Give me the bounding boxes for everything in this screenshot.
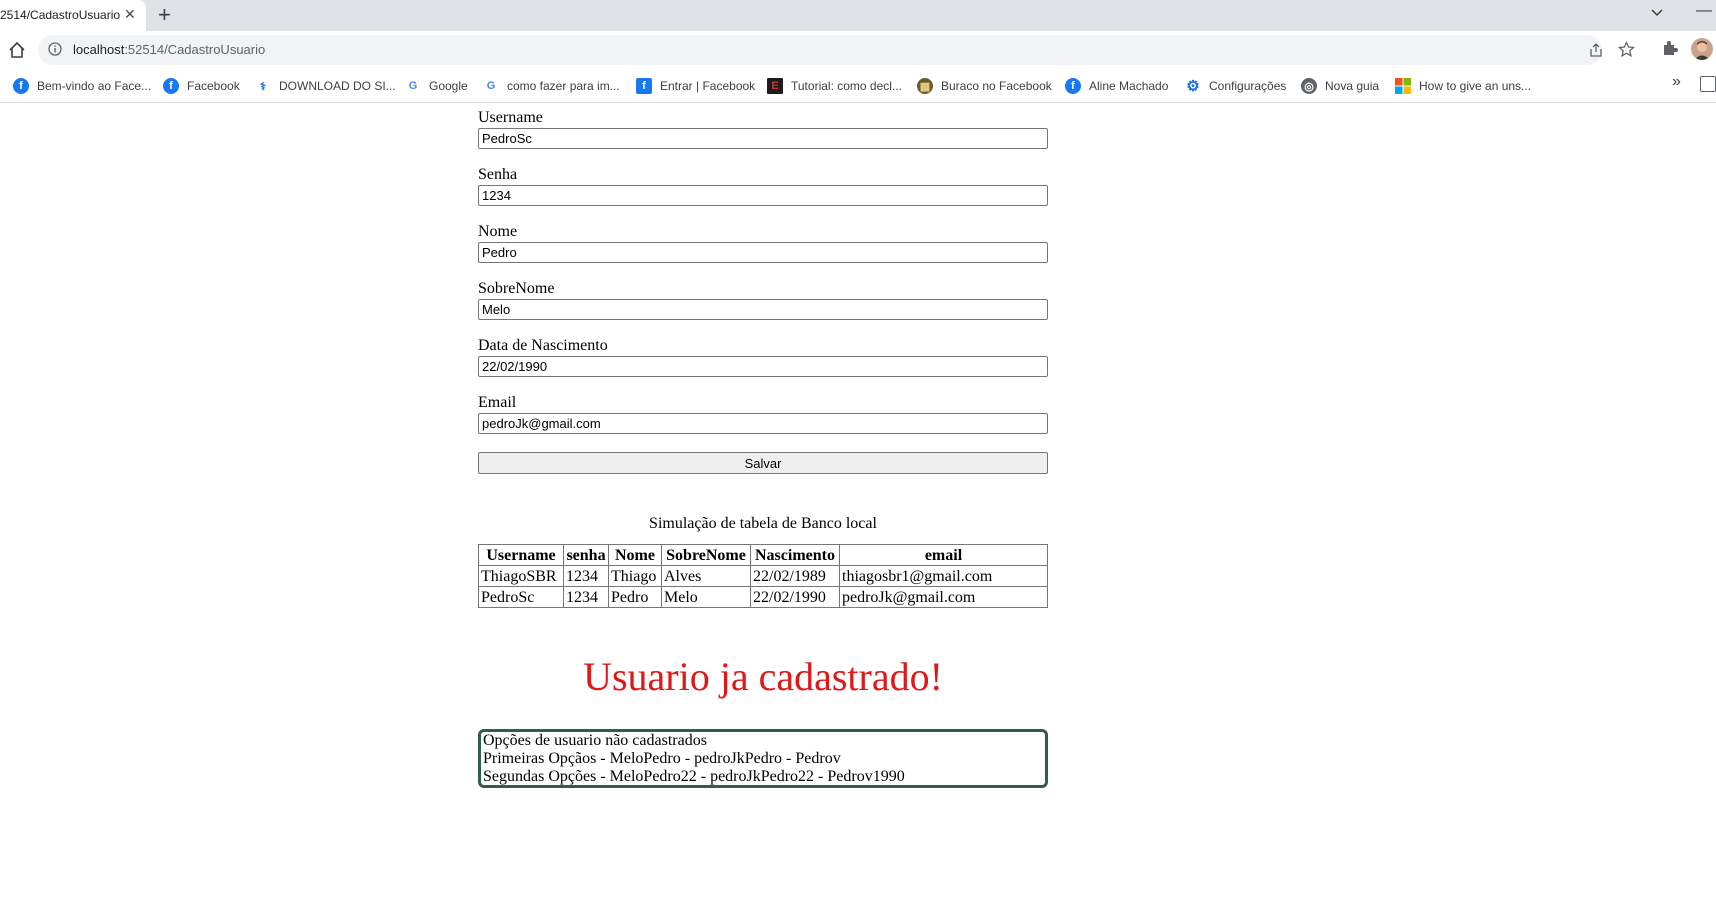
surname-input[interactable] xyxy=(478,299,1048,320)
column-header: email xyxy=(839,544,1048,566)
table-cell: Alves xyxy=(661,565,751,587)
tab-title: 2514/CadastroUsuario xyxy=(0,8,121,22)
profile-avatar[interactable] xyxy=(1691,38,1713,60)
e-icon: E xyxy=(767,78,783,94)
table-cell: Pedro xyxy=(608,586,662,608)
username-options-box: Opções de usuario não cadastrados Primei… xyxy=(478,729,1048,788)
column-header: SobreNome xyxy=(661,544,751,566)
password-input[interactable] xyxy=(478,185,1048,206)
birthdate-input[interactable] xyxy=(478,356,1048,377)
google-icon: G xyxy=(408,80,418,92)
close-tab-icon[interactable]: ✕ xyxy=(124,6,136,23)
first-options: Primeiras Opçãos - MeloPedro - pedroJkPe… xyxy=(483,750,841,767)
facebook-square-icon: f xyxy=(636,78,652,94)
users-table: Username senha Nome SobreNome Nascimento… xyxy=(478,544,1048,608)
username-label: Username xyxy=(478,109,543,126)
bookmark-item[interactable]: ⚙ Configurações xyxy=(1185,75,1286,97)
bookmark-item[interactable]: ⚕ DOWNLOAD DO SI... xyxy=(255,75,396,97)
active-tab[interactable]: 2514/CadastroUsuario ✕ xyxy=(0,0,146,31)
share-icon[interactable] xyxy=(1588,42,1604,63)
email-label: Email xyxy=(478,394,517,411)
facebook-icon: f xyxy=(163,78,179,94)
table-caption: Simulação de tabela de Banco local xyxy=(649,515,877,532)
globe-icon: ◎ xyxy=(1301,78,1317,94)
table-cell: thiagosbr1@gmail.com xyxy=(839,565,1048,587)
table-cell: ThiagoSBR xyxy=(478,565,564,587)
browser-toolbar: localhost:52514/CadastroUsuario xyxy=(0,31,1716,70)
surname-label: SobreNome xyxy=(478,280,555,297)
table-cell: 1234 xyxy=(563,586,609,608)
reading-list-icon[interactable] xyxy=(1700,76,1716,92)
bookmark-item[interactable]: ◎ Nova guia xyxy=(1301,75,1379,97)
bookmark-star-icon[interactable] xyxy=(1617,40,1636,63)
password-label: Senha xyxy=(478,166,518,183)
bookmark-item[interactable]: G Google xyxy=(405,75,468,97)
username-input[interactable] xyxy=(478,128,1048,149)
facebook-icon: f xyxy=(1065,78,1081,94)
cards-icon: ▦ xyxy=(917,78,933,94)
bookmark-item[interactable]: f Entrar | Facebook xyxy=(636,75,755,97)
bookmark-item[interactable]: Gcomo fazer para im... xyxy=(483,75,620,97)
column-header: Username xyxy=(478,544,564,566)
google-icon: G xyxy=(486,80,496,92)
error-message: Usuario ja cadastrado! xyxy=(583,654,943,699)
microsoft-icon xyxy=(1395,78,1411,94)
table-row: ThiagoSBR 1234 Thiago Alves 22/02/1989 t… xyxy=(478,565,1048,587)
new-tab-icon[interactable]: + xyxy=(158,3,171,27)
table-row: PedroSc 1234 Pedro Melo 22/02/1990 pedro… xyxy=(478,586,1048,608)
address-bar[interactable]: localhost:52514/CadastroUsuario xyxy=(38,35,1636,65)
bookmarks-bar: f Bem-vindo ao Face... f Facebook ⚕ DOWNLOA… xyxy=(0,70,1716,103)
save-button[interactable]: Salvar xyxy=(478,452,1048,474)
name-label: Nome xyxy=(478,223,518,240)
table-cell: Melo xyxy=(661,586,751,608)
birthdate-label: Data de Nascimento xyxy=(478,337,608,354)
table-cell: 1234 xyxy=(563,565,609,587)
bookmark-item[interactable]: How to give an uns... xyxy=(1395,75,1531,97)
table-cell: Thiago xyxy=(608,565,662,587)
table-cell: PedroSc xyxy=(478,586,564,608)
bookmark-item[interactable]: f Aline Machado xyxy=(1065,75,1168,97)
info-icon[interactable] xyxy=(48,42,62,56)
table-cell: 22/02/1989 xyxy=(750,565,840,587)
extensions-puzzle-icon[interactable] xyxy=(1661,39,1679,62)
name-input[interactable] xyxy=(478,242,1048,263)
more-bookmarks-icon[interactable]: » xyxy=(1672,73,1681,91)
tab-strip: 2514/CadastroUsuario ✕ + — xyxy=(0,0,1716,31)
gear-icon: ⚙ xyxy=(1186,78,1200,95)
bookmark-item[interactable]: ▦ Buraco no Facebook xyxy=(917,75,1052,97)
bookmark-item[interactable]: E Tutorial: como decl... xyxy=(767,75,902,97)
email-input[interactable] xyxy=(478,413,1048,434)
column-header: Nascimento xyxy=(750,544,840,566)
url-text: localhost:52514/CadastroUsuario xyxy=(73,42,266,57)
bookmark-item[interactable]: f Facebook xyxy=(163,75,240,97)
table-cell: pedroJk@gmail.com xyxy=(839,586,1048,608)
second-options: Segundas Opções - MeloPedro22 - pedroJkP… xyxy=(483,768,905,785)
tab-search-chevron-icon[interactable] xyxy=(1650,5,1664,21)
bookmark-item[interactable]: f Bem-vindo ao Face... xyxy=(13,75,151,97)
column-header: Nome xyxy=(608,544,662,566)
home-icon[interactable] xyxy=(6,39,28,61)
table-cell: 22/02/1990 xyxy=(750,586,840,608)
table-header-row: Username senha Nome SobreNome Nascimento… xyxy=(478,544,1048,566)
download-icon: ⚕ xyxy=(260,80,266,93)
minimize-icon[interactable]: — xyxy=(1696,2,1712,20)
column-header: senha xyxy=(563,544,609,566)
options-title: Opções de usuario não cadastrados xyxy=(483,732,707,749)
facebook-icon: f xyxy=(13,78,29,94)
